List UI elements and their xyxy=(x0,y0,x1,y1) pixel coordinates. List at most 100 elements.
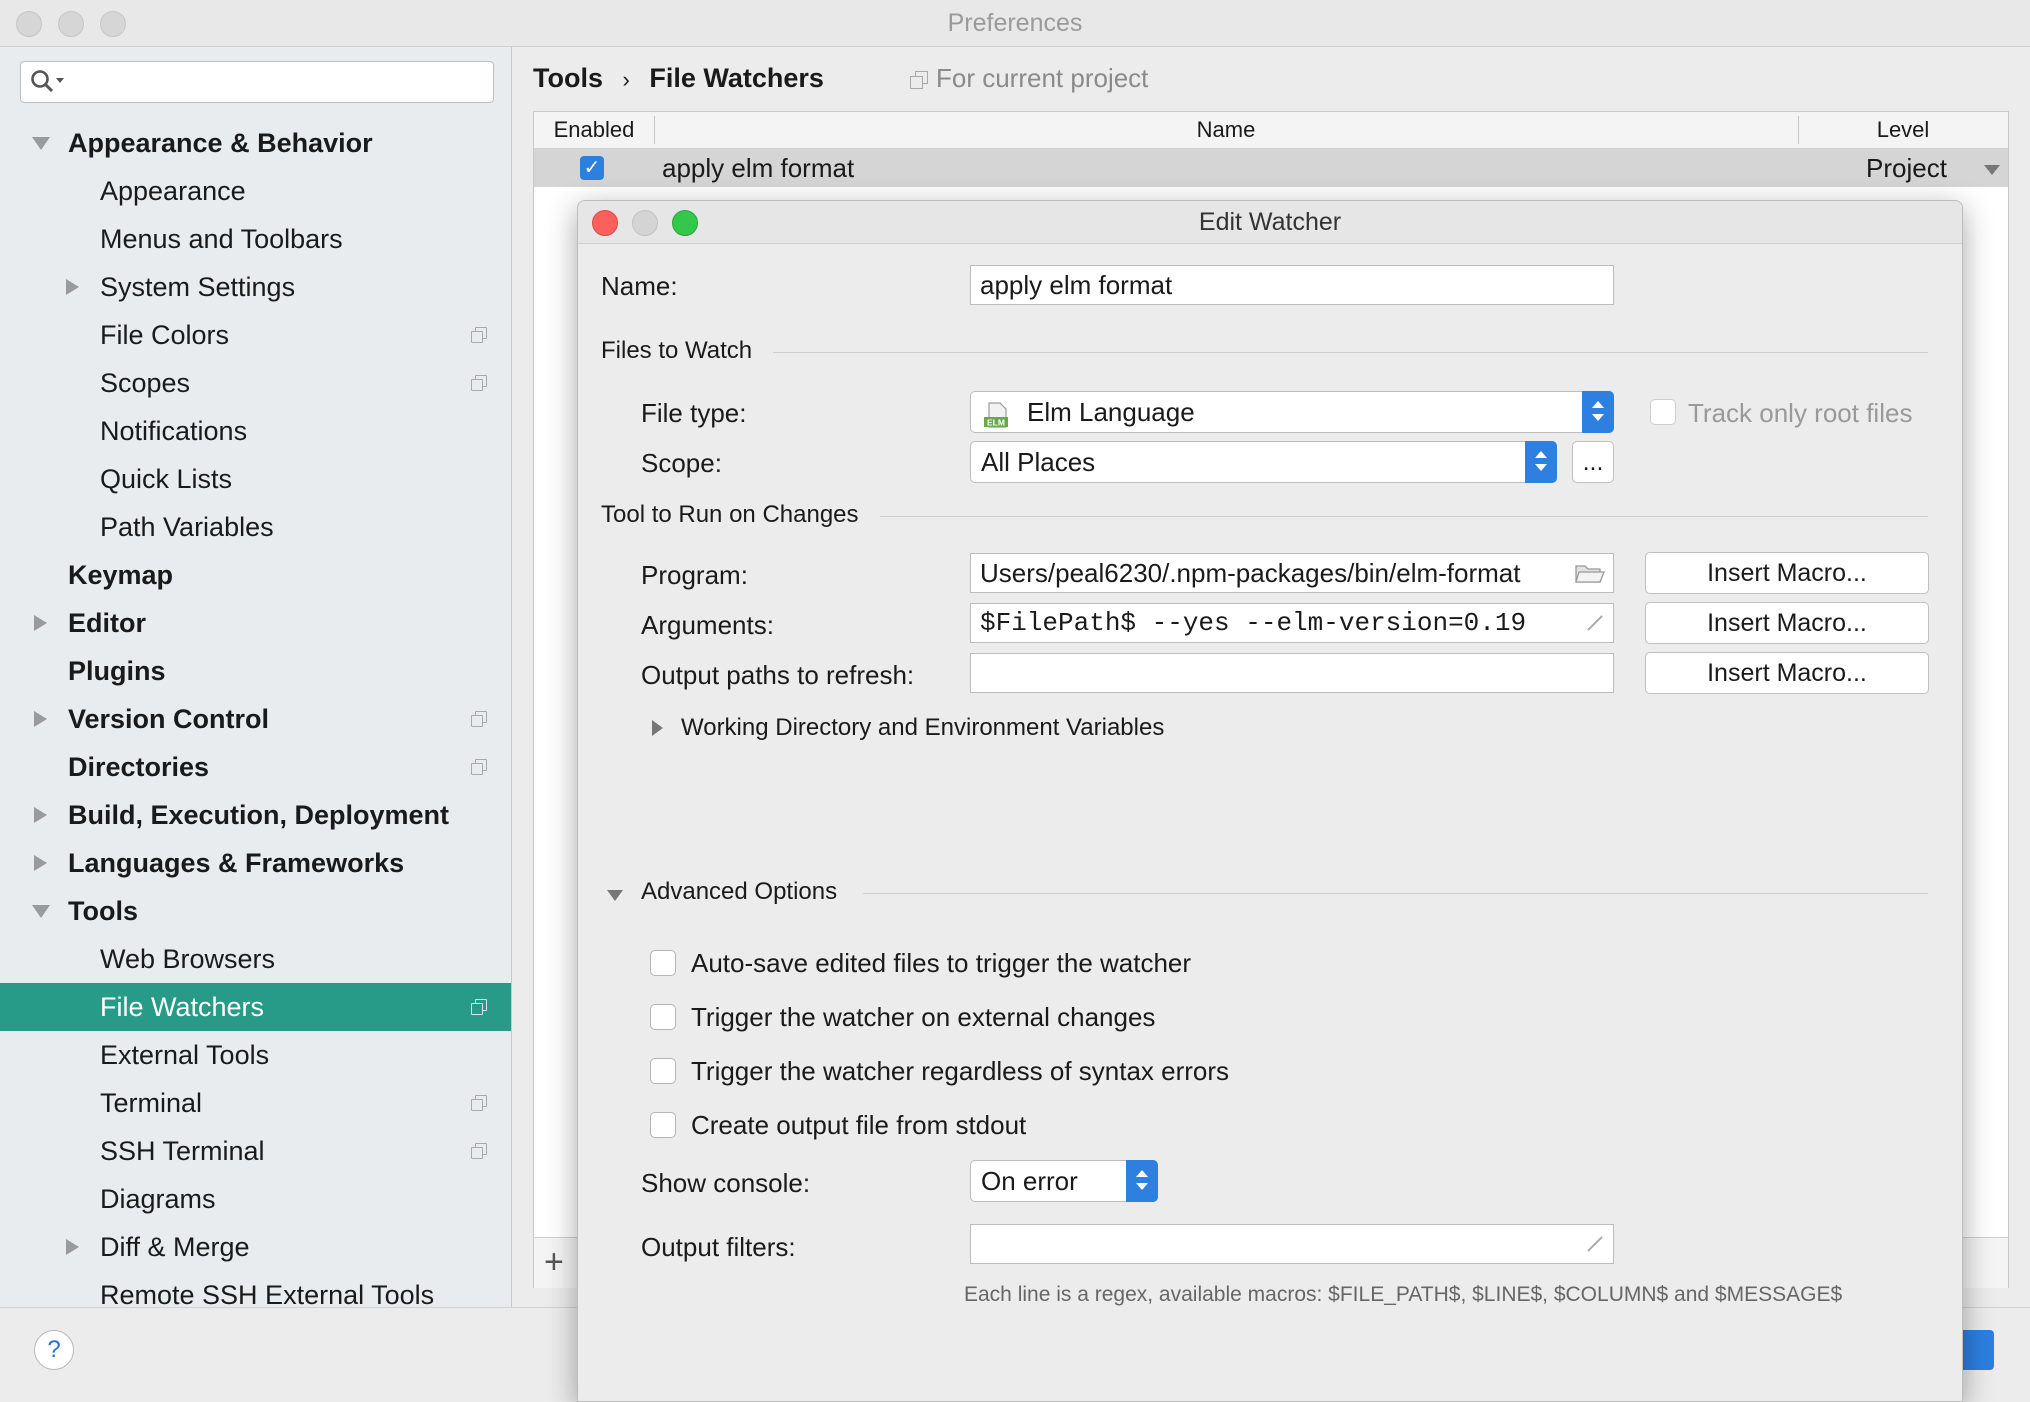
sidebar-item-notifications[interactable]: Notifications xyxy=(0,407,511,455)
sidebar-item-label: Plugins xyxy=(68,656,166,686)
sidebar-item-label: Version Control xyxy=(68,704,270,734)
breadcrumb-current: File Watchers xyxy=(649,63,824,93)
stdout-checkbox[interactable] xyxy=(650,1112,676,1138)
expand-icon[interactable] xyxy=(1583,612,1605,634)
expand-icon[interactable] xyxy=(1583,1233,1605,1255)
breadcrumb-parent[interactable]: Tools xyxy=(533,63,603,93)
project-scope-icon xyxy=(471,1095,487,1111)
program-input[interactable]: Users/peal6230/.npm-packages/bin/elm-for… xyxy=(970,553,1614,593)
table-row[interactable]: ✓ apply elm format Project xyxy=(534,149,2008,187)
add-watcher-button[interactable]: + xyxy=(544,1242,564,1282)
syntax-errors-checkbox[interactable] xyxy=(650,1058,676,1084)
sidebar-item-scopes[interactable]: Scopes xyxy=(0,359,511,407)
sidebar-item-system-settings[interactable]: System Settings xyxy=(0,263,511,311)
sidebar-item-label: Tools xyxy=(68,896,138,926)
column-header-enabled[interactable]: Enabled xyxy=(534,112,654,148)
auto-save-label: Auto-save edited files to trigger the wa… xyxy=(691,948,1192,978)
stdout-label: Create output file from stdout xyxy=(691,1110,1027,1140)
arguments-value: $FilePath$ --yes --elm-version=0.19 xyxy=(980,608,1527,638)
file-type-label: File type: xyxy=(641,398,747,428)
sidebar-item-file-watchers[interactable]: File Watchers xyxy=(0,983,511,1031)
sidebar-item-appearance-behavior[interactable]: Appearance & Behavior xyxy=(0,119,511,167)
sidebar-item-keymap[interactable]: Keymap xyxy=(0,551,511,599)
working-dir-expand-icon[interactable] xyxy=(652,720,663,736)
select-arrows-icon xyxy=(1582,391,1614,433)
tool-to-run-header: Tool to Run on Changes xyxy=(601,501,859,528)
sidebar-item-path-variables[interactable]: Path Variables xyxy=(0,503,511,551)
external-changes-checkbox[interactable] xyxy=(650,1004,676,1030)
dialog-titlebar: Edit Watcher xyxy=(578,201,1962,244)
insert-macro-program-button[interactable]: Insert Macro... xyxy=(1645,552,1929,594)
sidebar-item-version-control[interactable]: Version Control xyxy=(0,695,511,743)
chevron-right-icon[interactable] xyxy=(34,615,47,631)
column-header-name[interactable]: Name xyxy=(654,112,1798,148)
window-title: Preferences xyxy=(947,9,1083,37)
help-button[interactable]: ? xyxy=(34,1330,74,1370)
name-input[interactable]: apply elm format xyxy=(970,265,1614,305)
folder-icon[interactable] xyxy=(1575,562,1605,584)
sidebar-item-label: Notifications xyxy=(100,416,248,446)
watcher-level[interactable]: Project xyxy=(1866,149,1947,187)
chevron-right-icon[interactable] xyxy=(34,855,47,871)
sidebar-item-ssh-terminal[interactable]: SSH Terminal xyxy=(0,1127,511,1175)
chevron-right-icon[interactable] xyxy=(34,711,47,727)
sidebar-item-file-colors[interactable]: File Colors xyxy=(0,311,511,359)
sidebar-item-label: Appearance & Behavior xyxy=(68,128,373,158)
program-label: Program: xyxy=(641,560,748,590)
sidebar-item-label: External Tools xyxy=(100,1040,270,1070)
search-icon xyxy=(31,70,64,93)
chevron-down-icon[interactable] xyxy=(32,905,50,918)
sidebar-item-tools[interactable]: Tools xyxy=(0,887,511,935)
name-label: Name: xyxy=(601,271,678,301)
show-console-label: Show console: xyxy=(641,1168,811,1198)
output-paths-label: Output paths to refresh: xyxy=(641,660,915,690)
column-header-level[interactable]: Level xyxy=(1798,112,2008,148)
chevron-right-icon[interactable] xyxy=(34,807,47,823)
sidebar-item-label: Diagrams xyxy=(100,1184,216,1214)
edit-watcher-dialog: Edit Watcher Name: apply elm format File… xyxy=(577,200,1963,1402)
track-root-checkbox[interactable] xyxy=(1650,399,1676,425)
files-to-watch-header: Files to Watch xyxy=(601,337,753,364)
insert-macro-arguments-button[interactable]: Insert Macro... xyxy=(1645,602,1929,644)
chevron-down-icon[interactable] xyxy=(32,137,50,150)
sidebar-item-label: Terminal xyxy=(100,1088,203,1118)
sidebar-item-directories[interactable]: Directories xyxy=(0,743,511,791)
project-scope-icon xyxy=(471,759,487,775)
sidebar-item-plugins[interactable]: Plugins xyxy=(0,647,511,695)
scope-more-button[interactable]: ... xyxy=(1572,441,1614,483)
file-type-select[interactable]: ELM Elm Language xyxy=(970,391,1614,433)
table-header: Enabled Name Level xyxy=(534,112,2008,149)
sidebar-item-languages-frameworks[interactable]: Languages & Frameworks xyxy=(0,839,511,887)
insert-macro-output-button[interactable]: Insert Macro... xyxy=(1645,652,1929,694)
search-input[interactable] xyxy=(20,61,494,103)
sidebar-item-appearance[interactable]: Appearance xyxy=(0,167,511,215)
sidebar-item-editor[interactable]: Editor xyxy=(0,599,511,647)
show-console-select[interactable]: On error xyxy=(970,1160,1158,1202)
enabled-checkbox[interactable]: ✓ xyxy=(580,156,604,180)
auto-save-checkbox[interactable] xyxy=(650,950,676,976)
advanced-options-header[interactable]: Advanced Options xyxy=(641,876,837,908)
chevron-right-icon[interactable] xyxy=(66,279,79,295)
sidebar-item-quick-lists[interactable]: Quick Lists xyxy=(0,455,511,503)
scope-select[interactable]: All Places xyxy=(970,441,1557,483)
sidebar-item-diff-merge[interactable]: Diff & Merge xyxy=(0,1223,511,1271)
arguments-input[interactable]: $FilePath$ --yes --elm-version=0.19 xyxy=(970,603,1614,643)
advanced-collapse-icon[interactable] xyxy=(607,890,623,901)
sidebar-item-label: Directories xyxy=(68,752,210,782)
output-paths-input[interactable] xyxy=(970,653,1614,693)
sidebar-item-terminal[interactable]: Terminal xyxy=(0,1079,511,1127)
chevron-right-icon[interactable] xyxy=(66,1239,79,1255)
file-type-value: Elm Language xyxy=(1027,397,1195,427)
syntax-errors-label: Trigger the watcher regardless of syntax… xyxy=(691,1056,1230,1086)
output-filters-input[interactable] xyxy=(970,1224,1614,1264)
working-dir-toggle[interactable]: Working Directory and Environment Variab… xyxy=(681,710,1164,746)
sidebar-item-web-browsers[interactable]: Web Browsers xyxy=(0,935,511,983)
sidebar-item-build-execution-deployment[interactable]: Build, Execution, Deployment xyxy=(0,791,511,839)
project-scope-icon xyxy=(910,71,928,89)
project-scope-icon xyxy=(471,375,487,391)
program-value: Users/peal6230/.npm-packages/bin/elm-for… xyxy=(980,558,1521,588)
sidebar-item-external-tools[interactable]: External Tools xyxy=(0,1031,511,1079)
sidebar-item-diagrams[interactable]: Diagrams xyxy=(0,1175,511,1223)
sidebar-item-menus-and-toolbars[interactable]: Menus and Toolbars xyxy=(0,215,511,263)
level-dropdown-icon[interactable] xyxy=(1984,165,2000,175)
